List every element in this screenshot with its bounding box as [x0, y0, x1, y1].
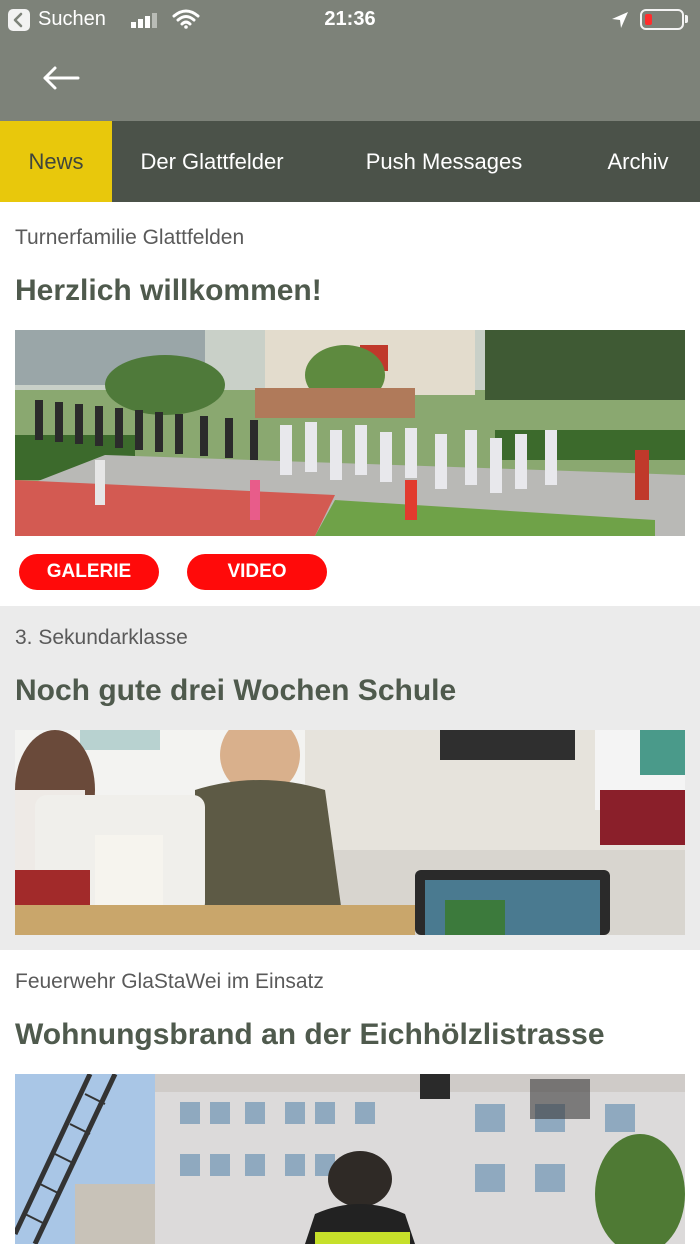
tab-archiv[interactable]: Archiv [576, 121, 700, 202]
article-photo-parade[interactable] [15, 330, 685, 536]
status-bar: Suchen 21:36 [0, 0, 700, 40]
arrow-left-icon[interactable] [40, 60, 84, 100]
news-article[interactable]: Feuerwehr GlaStaWei im Einsatz Wohnungsb… [0, 950, 700, 1244]
news-article[interactable]: 3. Sekundarklasse Noch gute drei Wochen … [0, 606, 700, 950]
video-button[interactable]: VIDEO [187, 554, 327, 590]
tab-news[interactable]: News [0, 121, 112, 202]
navigation-bar [0, 40, 700, 121]
article-category: Feuerwehr GlaStaWei im Einsatz [15, 970, 324, 993]
galerie-button[interactable]: GALERIE [19, 554, 159, 590]
article-title[interactable]: Wohnungsbrand an der Eichhölzlistrasse [15, 1018, 605, 1052]
status-time: 21:36 [324, 8, 376, 30]
article-title[interactable]: Noch gute drei Wochen Schule [15, 674, 456, 708]
location-icon [612, 12, 628, 28]
article-category: 3. Sekundarklasse [15, 626, 188, 649]
news-article[interactable]: Turnerfamilie Glattfelden Herzlich willk… [0, 202, 700, 606]
article-title[interactable]: Herzlich willkommen! [15, 274, 322, 308]
tab-bar: News Der Glattfelder Push Messages Archi… [0, 121, 700, 202]
article-photo-classroom[interactable] [15, 730, 685, 935]
article-photo-building[interactable] [15, 1074, 685, 1244]
tab-der-glattfelder[interactable]: Der Glattfelder [112, 121, 312, 202]
tab-push-messages[interactable]: Push Messages [312, 121, 576, 202]
battery-nub [685, 15, 688, 23]
article-category: Turnerfamilie Glattfelden [15, 226, 245, 249]
battery-icon [640, 9, 684, 30]
